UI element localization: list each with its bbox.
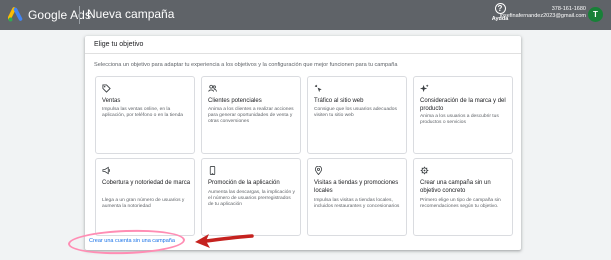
gear-icon	[420, 166, 429, 175]
card-title: Cobertura y notoriedad de marca	[102, 180, 191, 186]
title-divider	[79, 6, 80, 24]
top-bar: Google Ads Nueva campaña ? Ayuda 378-161…	[0, 0, 611, 30]
card-description: Consigue que los usuarios adecuados visi…	[314, 107, 397, 118]
objective-panel: Elige tu objetivo Selecciona un objetivo…	[85, 36, 521, 250]
card-title: Tráfico al sitio web	[314, 98, 364, 104]
sparkle-icon	[420, 84, 429, 93]
brand-name[interactable]: Google Ads	[28, 8, 91, 22]
objective-card-trafico-sitio-web[interactable]: Tráfico al sitio web Consigue que los us…	[307, 76, 407, 154]
tag-icon	[102, 84, 111, 93]
card-description: Anima a los clientes a realizar acciones…	[208, 107, 294, 124]
card-title: Clientes potenciales	[208, 98, 262, 104]
objective-card-consideracion-marca[interactable]: Consideración de la marca y del producto…	[413, 76, 513, 154]
people-icon	[208, 84, 217, 93]
avatar[interactable]: T	[588, 7, 603, 22]
account-email: josefinafernandez2023@gmail.com	[499, 13, 586, 19]
account-id: 378-161-1680	[551, 6, 586, 12]
panel-subtitle: Selecciona un objetivo para adaptar tu e…	[94, 62, 398, 68]
objective-card-clientes-potenciales[interactable]: Clientes potenciales Anima a los cliente…	[201, 76, 301, 154]
create-account-without-campaign-link[interactable]: Crear una cuenta sin una campaña	[89, 238, 175, 244]
account-info[interactable]: 378-161-1680 josefinafernandez2023@gmail…	[500, 6, 586, 20]
objective-card-sin-objetivo[interactable]: Crear una campaña sin un objetivo concre…	[413, 158, 513, 236]
cursor-click-icon	[314, 84, 323, 93]
megaphone-icon	[102, 166, 111, 175]
card-description: Primero elige un tipo de campaña sin rec…	[420, 198, 501, 209]
google-ads-logo-icon[interactable]	[7, 7, 24, 23]
hand-drawn-arrow-icon	[195, 234, 254, 248]
card-title: Visitas a tiendas y promociones locales	[314, 180, 399, 194]
objective-card-promocion-aplicacion[interactable]: Promoción de la aplicación Aumenta las d…	[201, 158, 301, 236]
card-description: Anima a los usuarios a descubrir tus pro…	[420, 114, 499, 125]
card-title: Crear una campaña sin un objetivo concre…	[420, 180, 491, 194]
objective-card-ventas[interactable]: Ventas Impulsa las ventas online, en la …	[95, 76, 195, 154]
objective-card-cobertura-notoriedad[interactable]: Cobertura y notoriedad de marca Llega a …	[95, 158, 195, 236]
card-description: Llega a un gran número de usuarios y aum…	[102, 198, 185, 209]
objective-card-visitas-tiendas[interactable]: Visitas a tiendas y promociones locales …	[307, 158, 407, 236]
card-title: Consideración de la marca y del producto	[420, 98, 506, 112]
page-title: Nueva campaña	[87, 7, 175, 21]
card-title: Ventas	[102, 98, 121, 104]
location-pin-icon	[314, 166, 323, 175]
card-title: Promoción de la aplicación	[208, 180, 280, 186]
card-description: Impulsa las ventas online, en la aplicac…	[102, 107, 184, 118]
card-description: Aumenta las descargas, la implicación y …	[208, 190, 295, 207]
card-description: Impulsa las visitas a tiendas locales, i…	[314, 198, 400, 209]
panel-title: Elige tu objetivo	[94, 41, 144, 48]
panel-header: Elige tu objetivo	[85, 36, 521, 54]
phone-icon	[208, 166, 217, 175]
